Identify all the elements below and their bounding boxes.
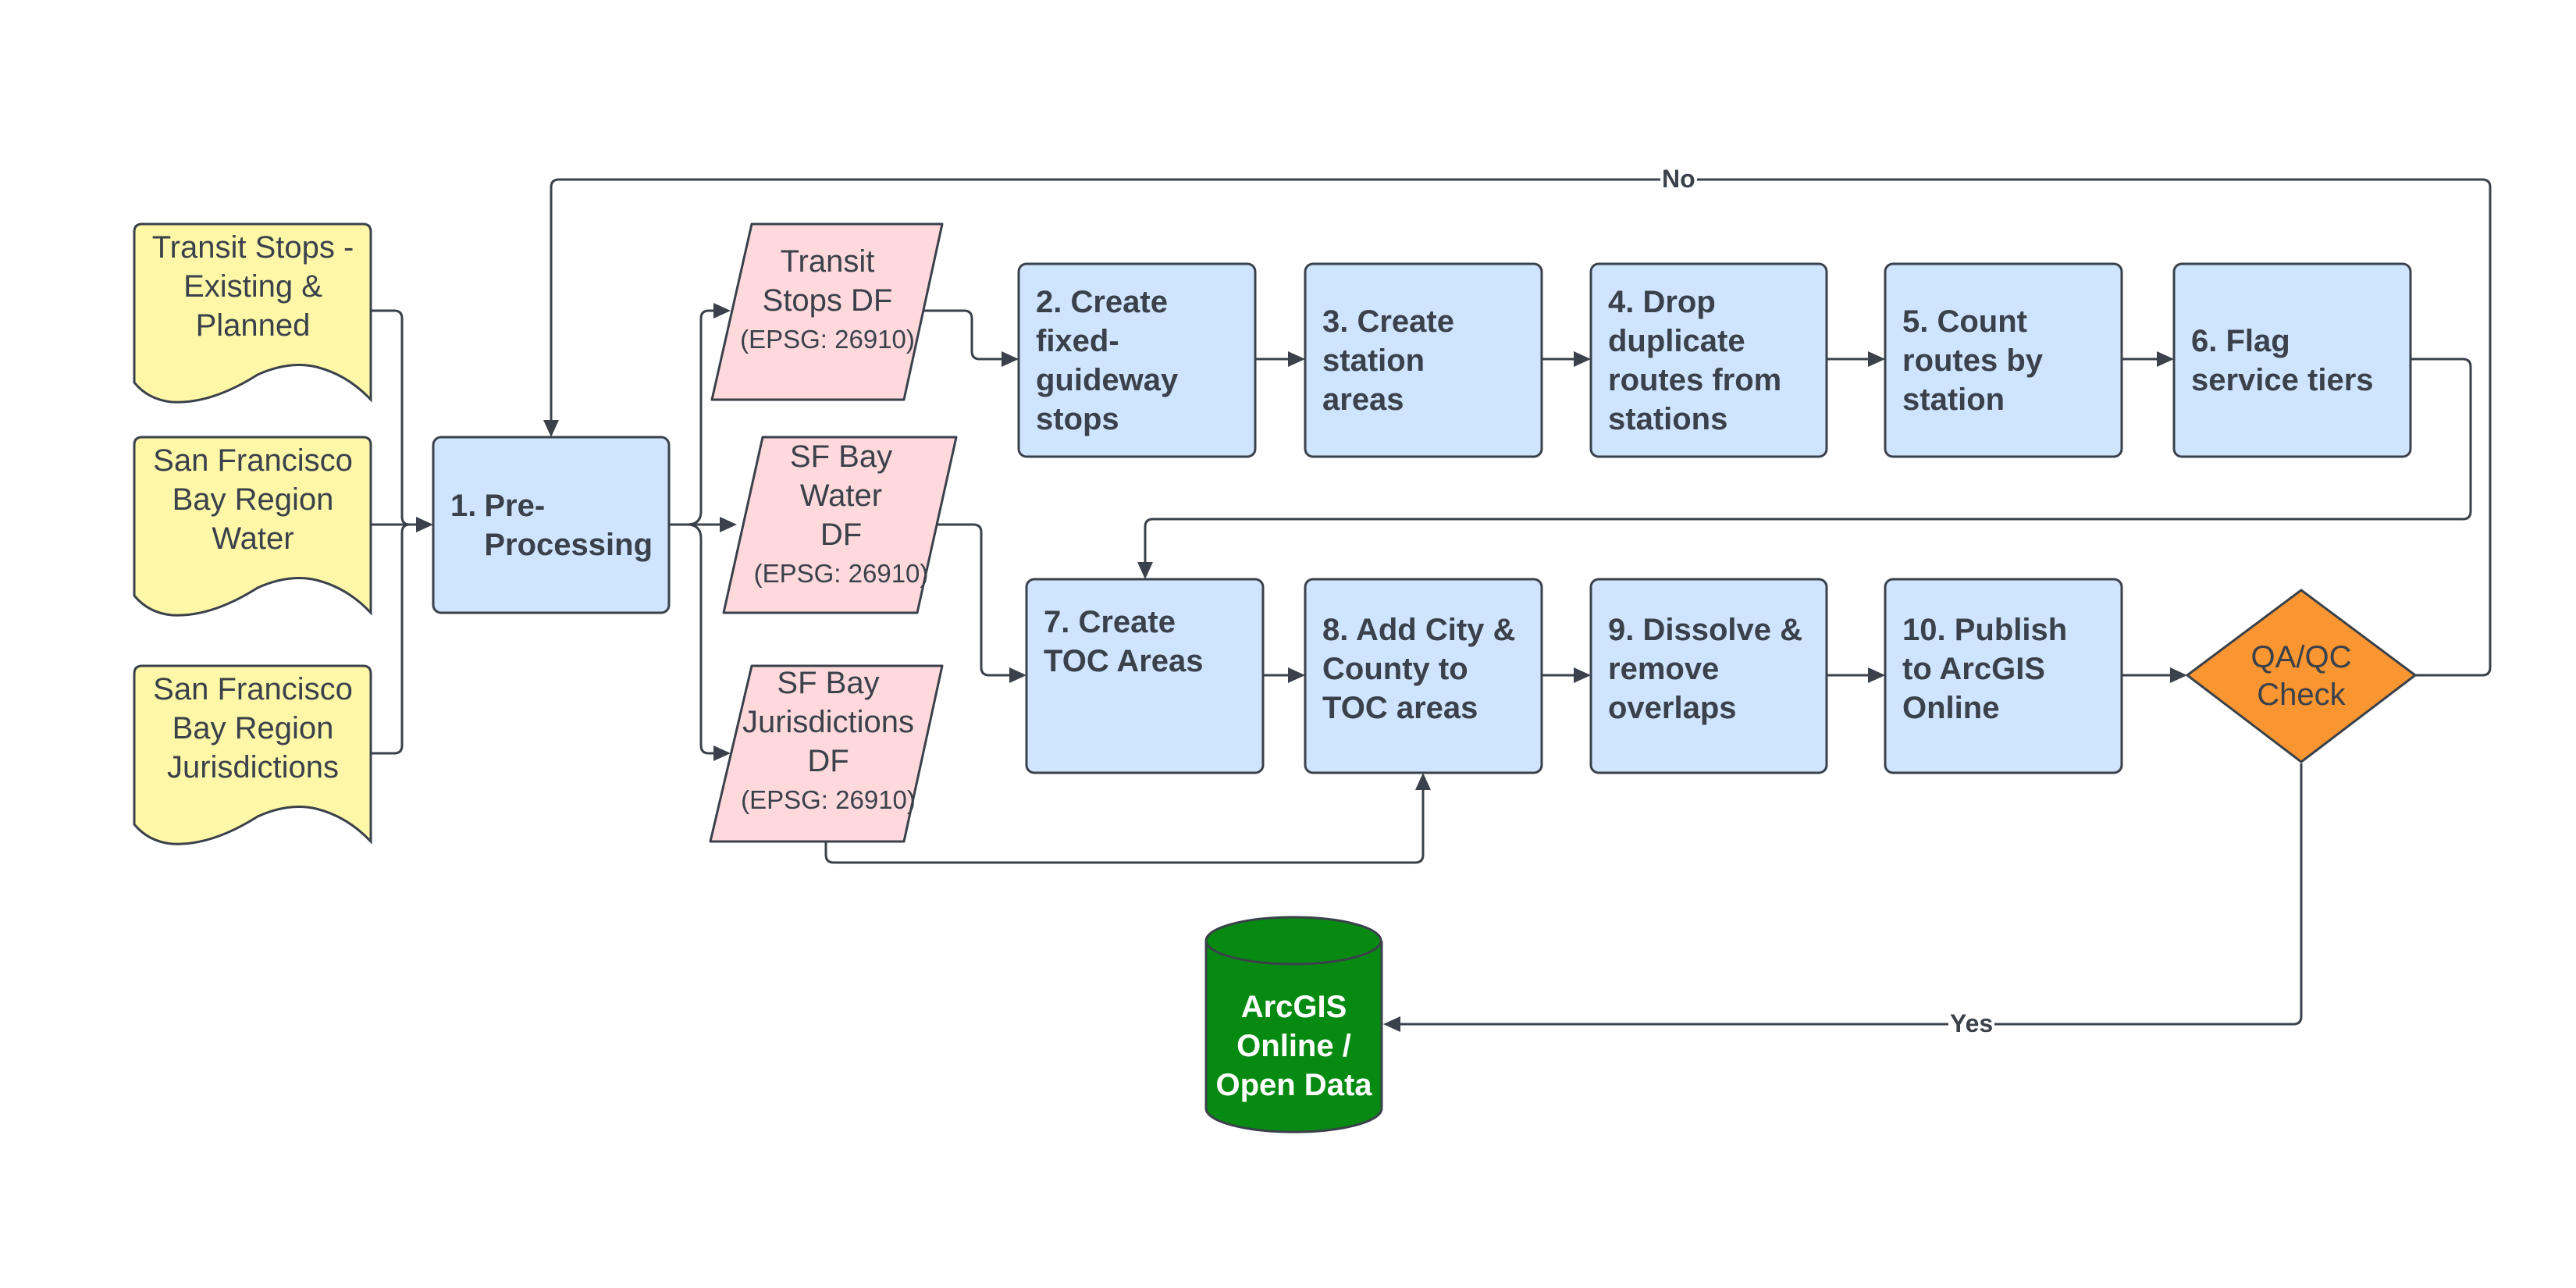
dataframe-epsg: (EPSG: 26910): [741, 785, 916, 814]
connector-transit-df-to-step-2: [923, 309, 1009, 361]
arrowhead-step-2-in: [1002, 351, 1019, 367]
arrowhead-step-4-in: [1574, 351, 1591, 367]
arrowhead-step-8-bottom-in: [1415, 773, 1431, 790]
arrowhead-step-9-in: [1574, 667, 1591, 683]
connector-qaqc-yes-to-output: [1393, 763, 2303, 1026]
step-10-label: 10. Publish to ArcGIS Online: [1902, 613, 2068, 725]
preprocessing-label-line2: Processing: [484, 527, 653, 562]
step-6-label: 6. Flag service tiers: [2191, 323, 2374, 397]
input-transit-stops-label: Transit Stops - Existing & Planned: [151, 230, 354, 343]
dataframe-name: Transit Stops DF: [762, 244, 893, 318]
input-bay-jurisdictions-label: San Francisco Bay Region Jurisdictions: [153, 672, 353, 785]
output-database-label: ArcGIS Online / Open Data: [1215, 990, 1372, 1102]
arrowhead-output-in: [1383, 1016, 1400, 1032]
arrowhead-preprocessing-in: [416, 517, 433, 532]
edge-label-yes: Yes: [1948, 1009, 1995, 1037]
arrowhead-step-3-in: [1288, 351, 1305, 367]
connector-preprocessing-to-jurisdictions-df: [686, 523, 722, 755]
qaqc-label: QA/QC Check: [2250, 640, 2352, 712]
step-5-label: 5. Count routes by station: [1902, 304, 2044, 417]
connector-water-df-to-step-7: [935, 523, 1017, 677]
input-bay-water-label: San Francisco Bay Region Water: [153, 443, 353, 556]
connector-transit-stops-to-preprocessing: [371, 309, 425, 526]
dataframe-name: SF Bay Jurisdictions DF: [742, 666, 915, 778]
dataframe-transit-stops-label: Transit Stops DF (EPSG: 26910): [726, 234, 929, 367]
arrowhead-step-6-in: [2157, 351, 2174, 367]
arrowhead-step-8-left-in: [1288, 667, 1305, 683]
dataframe-bay-water-label: SF Bay Water DF (EPSG: 26910): [738, 439, 945, 588]
preprocessing-label: 1. Pre- Processing: [433, 437, 669, 613]
step-3-label: 3. Create station areas: [1322, 304, 1454, 417]
step-9-label: 9. Dissolve & remove overlaps: [1608, 613, 1803, 725]
arrowhead-step-7-left-in: [1009, 667, 1026, 683]
dataframe-bay-jurisdictions-label: SF Bay Jurisdictions DF (EPSG: 26910): [726, 664, 930, 820]
arrowhead-qaqc-in: [2170, 667, 2187, 683]
connector-preprocessing-to-transit-df: [669, 309, 722, 526]
dataframe-epsg: (EPSG: 26910): [753, 559, 929, 588]
preprocessing-label-line1: Pre-: [484, 488, 546, 523]
connector-jurisdictions-to-preprocessing: [371, 523, 411, 755]
arrowhead-water-df-in: [720, 517, 737, 532]
preprocessing-number: 1.: [450, 488, 477, 523]
step-8-label: 8. Add City & County to TOC areas: [1322, 613, 1516, 725]
arrowhead-step-7-top-in: [1137, 562, 1153, 579]
edge-label-no: No: [1660, 165, 1697, 193]
step-4-label: 4. Drop duplicate routes from stations: [1608, 284, 1782, 436]
dataframe-name: SF Bay Water DF: [789, 439, 893, 552]
arrowhead-step-5-in: [1868, 351, 1885, 367]
arrowhead-preprocessing-top-in: [543, 420, 559, 437]
arrowhead-step-10-in: [1868, 667, 1885, 683]
step-7-label: 7. Create TOC Areas: [1044, 605, 1204, 678]
dataframe-epsg: (EPSG: 26910): [740, 325, 915, 354]
step-2-label: 2. Create fixed-guideway stops: [1036, 284, 1179, 436]
